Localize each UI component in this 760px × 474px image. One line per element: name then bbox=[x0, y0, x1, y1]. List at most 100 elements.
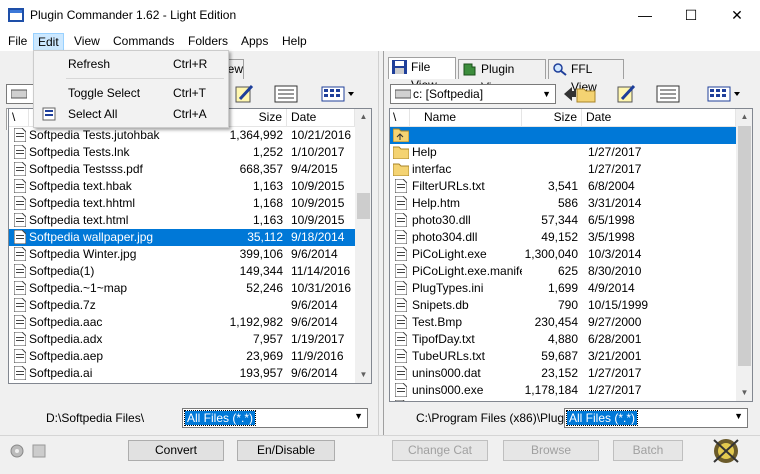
close-button[interactable]: ✕ bbox=[714, 0, 760, 31]
file-date: 4/9/2014 bbox=[588, 281, 635, 295]
menu-view[interactable]: View bbox=[70, 33, 104, 51]
table-row[interactable]: PlugTypes.ini 1,699 4/9/2014 bbox=[390, 280, 736, 297]
menu-folders[interactable]: Folders bbox=[184, 33, 232, 51]
browse-button[interactable]: Browse bbox=[503, 440, 599, 461]
table-row[interactable]: Help.htm 586 3/31/2014 bbox=[390, 195, 736, 212]
left-file-list[interactable]: \ Size Date Softpedia Tests.jutohbak 1,36… bbox=[8, 108, 372, 384]
table-row[interactable]: PiCoLight.exe.manifest 625 8/30/2010 bbox=[390, 263, 736, 280]
left-details-view-button[interactable] bbox=[272, 83, 300, 105]
menu-item-toggle-select[interactable]: Toggle Select Ctrl+T bbox=[34, 83, 228, 103]
file-date: 10/9/2015 bbox=[291, 196, 345, 210]
left-drive-combo[interactable] bbox=[6, 84, 34, 104]
right-col-sort[interactable]: \ bbox=[390, 109, 410, 127]
scroll-down-icon[interactable]: ▼ bbox=[736, 385, 752, 401]
file-icon bbox=[395, 281, 407, 295]
right-tab-ffl-view[interactable]: FFL View bbox=[548, 59, 624, 94]
right-view-mode-dropdown[interactable] bbox=[704, 83, 744, 105]
file-icon bbox=[395, 298, 407, 312]
file-date: 1/27/2017 bbox=[588, 366, 642, 380]
file-name: Softpedia Testsss.pdf bbox=[29, 162, 143, 176]
file-icon bbox=[14, 383, 26, 384]
file-size: 193,957 bbox=[239, 366, 283, 380]
maximize-button[interactable]: ☐ bbox=[668, 0, 714, 31]
table-row[interactable]: Test.Bmp 230,454 9/27/2000 bbox=[390, 314, 736, 331]
table-row[interactable]: photo30.dll 57,344 6/5/1998 bbox=[390, 212, 736, 229]
menu-edit[interactable]: Edit bbox=[33, 33, 64, 51]
menu-apps[interactable]: Apps bbox=[237, 33, 272, 51]
right-col-size[interactable]: Size bbox=[522, 109, 582, 127]
plugin-info-icon[interactable] bbox=[30, 442, 48, 460]
table-row[interactable]: Softpedia Testsss.pdf 668,357 9/4/2015 bbox=[9, 161, 355, 178]
file-name: PiCoLight.exe bbox=[412, 247, 487, 261]
right-scrollbar[interactable]: ▲ ▼ bbox=[736, 109, 752, 401]
right-col-name[interactable]: Name bbox=[410, 109, 522, 127]
file-date: 9/6/2014 bbox=[291, 298, 338, 312]
menu-file[interactable]: File bbox=[4, 33, 31, 51]
file-name: Softpedia text.html bbox=[29, 213, 129, 227]
right-filter-combo[interactable]: All Files (*.*) ▼ bbox=[564, 408, 748, 428]
table-row[interactable]: Snipets.db 790 10/15/1999 bbox=[390, 297, 736, 314]
table-row[interactable]: Softpedia.~1~map 52,246 10/31/2016 bbox=[9, 280, 355, 297]
scroll-up-icon[interactable]: ▲ bbox=[355, 109, 371, 126]
table-row[interactable]: Softpedia Winter.jpg 399,106 9/6/2014 bbox=[9, 246, 355, 263]
table-row[interactable]: Softpedia text.html 1,163 10/9/2015 bbox=[9, 212, 355, 229]
table-row[interactable]: Softpedia.aac 1,192,982 9/6/2014 bbox=[9, 314, 355, 331]
left-view-mode-dropdown[interactable] bbox=[318, 83, 358, 105]
scroll-down-icon[interactable]: ▼ bbox=[355, 367, 371, 383]
panel-splitter[interactable] bbox=[378, 51, 384, 435]
right-drive-combo[interactable]: c: [Softpedia] ▼ bbox=[390, 84, 556, 104]
table-row[interactable]: PiCoLight.exe 1,300,040 10/3/2014 bbox=[390, 246, 736, 263]
right-file-list[interactable]: \ Name Size Date Help 1/27/2017 interfac 1/… bbox=[389, 108, 753, 402]
table-row[interactable]: Softpedia.aep 23,969 11/9/2016 bbox=[9, 348, 355, 365]
batch-button[interactable]: Batch bbox=[613, 440, 683, 461]
table-row[interactable]: unins000.exe 1,178,184 1/27/2017 bbox=[390, 382, 736, 399]
table-row[interactable]: Help 1/27/2017 bbox=[390, 144, 736, 161]
table-row[interactable]: Softpedia(1) 149,344 11/14/2016 bbox=[9, 263, 355, 280]
right-up-folder-button[interactable] bbox=[562, 83, 598, 105]
left-scrollbar[interactable]: ▲ ▼ bbox=[355, 109, 371, 383]
convert-button[interactable]: Convert bbox=[128, 440, 224, 461]
right-details-view-button[interactable] bbox=[654, 83, 682, 105]
table-row[interactable]: Softpedia.adx 7,957 1/19/2017 bbox=[9, 331, 355, 348]
table-row[interactable] bbox=[390, 127, 736, 144]
menu-help[interactable]: Help bbox=[278, 33, 311, 51]
left-col-date[interactable]: Date bbox=[287, 109, 355, 127]
right-scroll-thumb[interactable] bbox=[738, 126, 751, 366]
table-row[interactable]: TubeURLs.txt 59,687 3/21/2001 bbox=[390, 348, 736, 365]
table-row[interactable]: Softpedia Tests.lnk 1,252 1/10/2017 bbox=[9, 144, 355, 161]
app-logo-icon[interactable] bbox=[710, 436, 742, 466]
scroll-up-icon[interactable]: ▲ bbox=[736, 109, 752, 126]
change-cat-button[interactable]: Change Cat bbox=[392, 440, 488, 461]
menu-item-select-all[interactable]: Select All Ctrl+A bbox=[34, 104, 228, 124]
plugin-settings-icon[interactable] bbox=[8, 442, 26, 460]
menu-item-refresh[interactable]: Refresh Ctrl+R bbox=[34, 54, 228, 74]
table-row[interactable]: unins000.msg22,222 1/27/2017 bbox=[390, 399, 736, 401]
table-row[interactable]: Softpedia text.hbak 1,163 10/9/2015 bbox=[9, 178, 355, 195]
left-filter-combo[interactable]: All Files (*.*) ▼ bbox=[182, 408, 368, 428]
table-row[interactable]: Softpedia Tests.jutohbak 1,364,992 10/21/2… bbox=[9, 127, 355, 144]
minimize-button[interactable]: — bbox=[622, 0, 668, 31]
file-size: 22,222 bbox=[518, 399, 578, 401]
right-col-date[interactable]: Date bbox=[582, 109, 736, 127]
file-name: TubeURLs.txt bbox=[412, 349, 485, 363]
table-row[interactable]: Softpedia text.hhtml 1,168 10/9/2015 bbox=[9, 195, 355, 212]
en-disable-button[interactable]: En/Disable bbox=[237, 440, 335, 461]
file-size: 1,163 bbox=[252, 213, 283, 227]
left-col-size[interactable]: Size bbox=[219, 109, 287, 127]
table-row[interactable]: TipofDay.txt 4,880 6/28/2001 bbox=[390, 331, 736, 348]
right-notepad-button[interactable] bbox=[612, 83, 640, 105]
table-row[interactable]: Softpedia.asc1,222,222 11/14/2016 bbox=[9, 382, 355, 384]
table-row[interactable]: unins000.dat 23,152 1/27/2017 bbox=[390, 365, 736, 382]
right-tab-plugin-view[interactable]: Plugin View bbox=[458, 59, 546, 94]
left-notepad-button[interactable] bbox=[230, 83, 258, 105]
table-row[interactable]: Softpedia.ai 193,957 9/6/2014 bbox=[9, 365, 355, 382]
menu-commands[interactable]: Commands bbox=[109, 33, 178, 51]
table-row[interactable]: interfac 1/27/2017 bbox=[390, 161, 736, 178]
table-row[interactable]: Softpedia.7z 9/6/2014 bbox=[9, 297, 355, 314]
right-tab-file-view[interactable]: File View bbox=[388, 57, 456, 92]
table-row[interactable]: photo304.dll 49,152 3/5/1998 bbox=[390, 229, 736, 246]
table-row[interactable]: FilterURLs.txt 3,541 6/8/2004 bbox=[390, 178, 736, 195]
left-scroll-thumb[interactable] bbox=[357, 193, 370, 219]
left-col-sort[interactable]: \ bbox=[9, 109, 29, 127]
table-row[interactable]: Softpedia wallpaper.jpg 35,112 9/18/2014 bbox=[9, 229, 355, 246]
